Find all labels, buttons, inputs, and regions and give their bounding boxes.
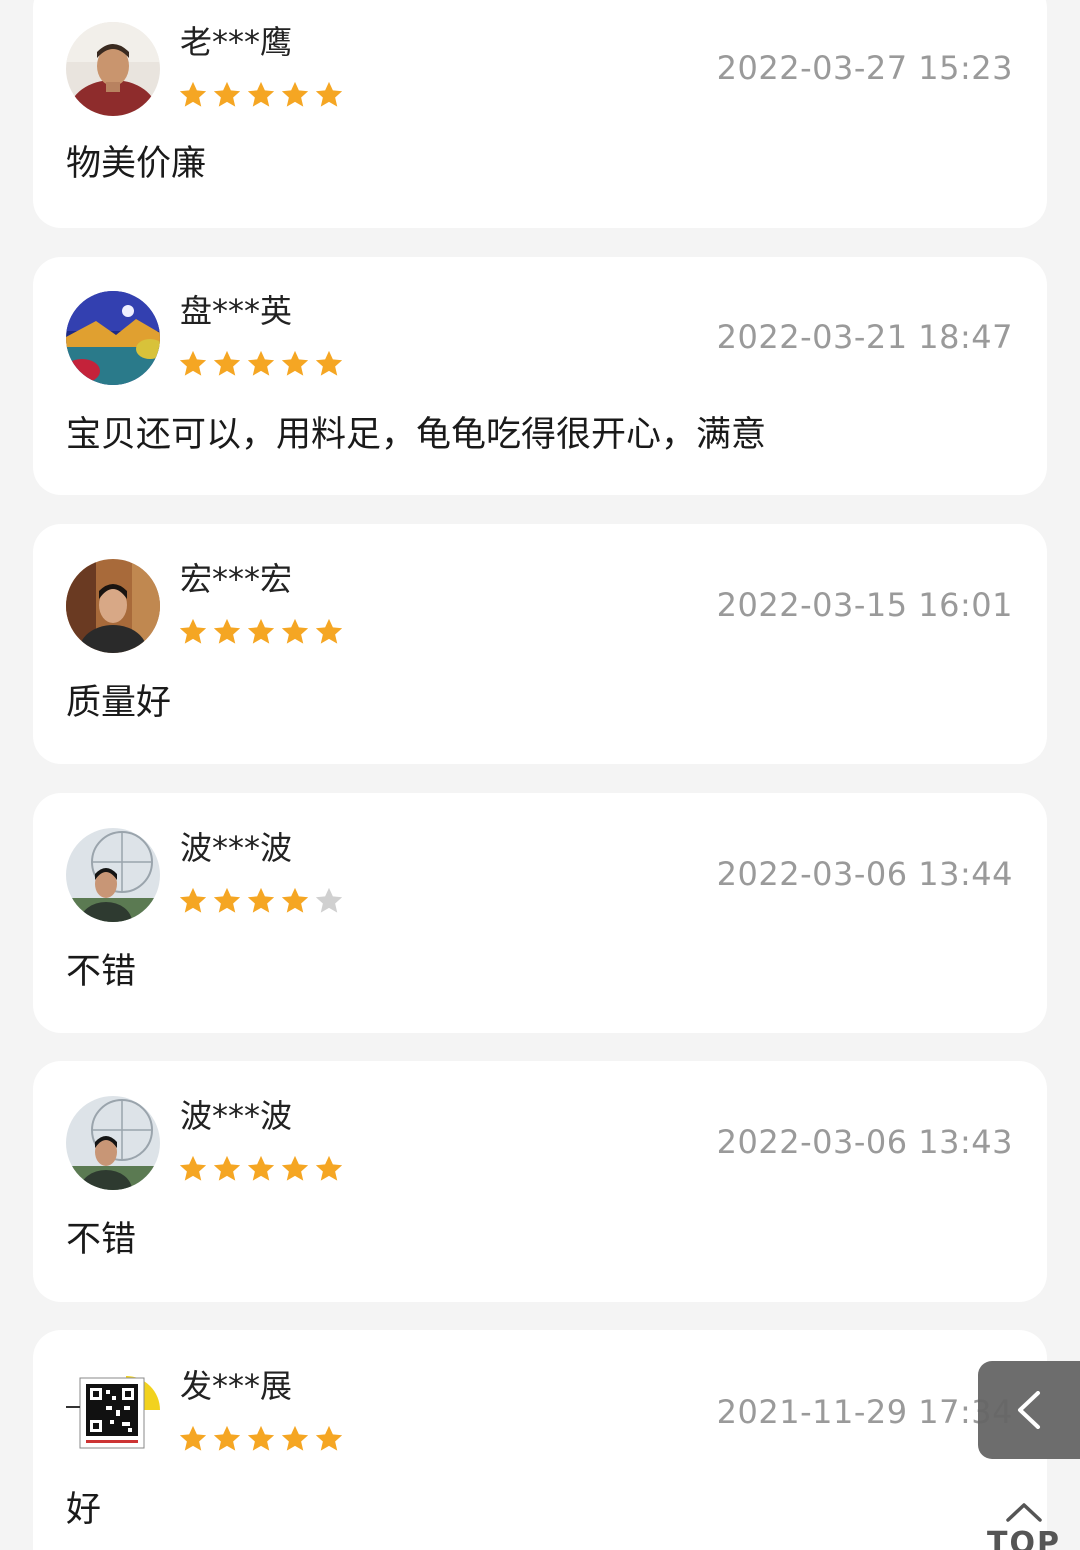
star-filled-icon bbox=[247, 81, 275, 107]
username: 波***波 bbox=[180, 1097, 293, 1135]
review-card: 发***展 2021-11-29 17:34 好 bbox=[33, 1330, 1047, 1550]
star-filled-icon bbox=[213, 1155, 241, 1181]
star-filled-icon bbox=[281, 887, 309, 913]
star-filled-icon bbox=[213, 618, 241, 644]
review-card: 老***鹰 2022-03-27 15:23 物美价廉 bbox=[33, 0, 1047, 228]
star-filled-icon bbox=[315, 1155, 343, 1181]
review-comment: 宝贝还可以，用料足，龟龟吃得很开心，满意 bbox=[66, 415, 767, 455]
user-avatar[interactable] bbox=[66, 22, 160, 116]
chevron-up-icon bbox=[1006, 1503, 1042, 1522]
username: 发***展 bbox=[180, 1367, 293, 1405]
star-filled-icon bbox=[179, 1425, 207, 1451]
star-filled-icon bbox=[247, 1155, 275, 1181]
review-list-page: 老***鹰 2022-03-27 15:23 物美价廉 盘***英 2022-0… bbox=[0, 0, 1080, 1550]
review-comment: 好 bbox=[66, 1490, 102, 1530]
username: 盘***英 bbox=[180, 292, 293, 330]
review-card: 波***波 2022-03-06 13:43 不错 bbox=[33, 1061, 1047, 1302]
star-filled-icon bbox=[315, 1425, 343, 1451]
star-rating bbox=[178, 617, 344, 647]
star-filled-icon bbox=[179, 1155, 207, 1181]
star-filled-icon bbox=[179, 887, 207, 913]
star-filled-icon bbox=[179, 350, 207, 376]
user-avatar[interactable] bbox=[66, 291, 160, 385]
star-filled-icon bbox=[247, 618, 275, 644]
star-filled-icon bbox=[213, 350, 241, 376]
star-filled-icon bbox=[281, 618, 309, 644]
review-timestamp: 2022-03-27 15:23 bbox=[716, 49, 1013, 87]
star-filled-icon bbox=[213, 81, 241, 107]
back-button[interactable] bbox=[978, 1361, 1080, 1459]
review-comment: 质量好 bbox=[66, 683, 172, 723]
user-avatar[interactable] bbox=[66, 1096, 160, 1190]
star-rating bbox=[178, 1154, 344, 1184]
star-empty-icon bbox=[315, 887, 343, 913]
star-filled-icon bbox=[247, 887, 275, 913]
back-to-top-button[interactable]: TOP bbox=[984, 1498, 1064, 1550]
review-timestamp: 2021-11-29 17:34 bbox=[716, 1393, 1013, 1431]
star-rating bbox=[178, 80, 344, 110]
review-timestamp: 2022-03-06 13:43 bbox=[716, 1123, 1013, 1161]
star-filled-icon bbox=[213, 1425, 241, 1451]
user-avatar[interactable] bbox=[66, 559, 160, 653]
star-rating bbox=[178, 349, 344, 379]
review-card: 盘***英 2022-03-21 18:47 宝贝还可以，用料足，龟龟吃得很开心… bbox=[33, 257, 1047, 495]
chevron-left-icon bbox=[1018, 1391, 1040, 1429]
user-avatar[interactable] bbox=[66, 1366, 160, 1460]
star-filled-icon bbox=[281, 1155, 309, 1181]
star-filled-icon bbox=[213, 887, 241, 913]
username: 波***波 bbox=[180, 829, 293, 867]
star-filled-icon bbox=[179, 81, 207, 107]
review-timestamp: 2022-03-21 18:47 bbox=[716, 318, 1013, 356]
star-filled-icon bbox=[179, 618, 207, 644]
star-filled-icon bbox=[315, 350, 343, 376]
star-filled-icon bbox=[315, 618, 343, 644]
review-timestamp: 2022-03-06 13:44 bbox=[716, 855, 1013, 893]
review-comment: 不错 bbox=[66, 952, 137, 992]
review-comment: 物美价廉 bbox=[66, 144, 207, 184]
review-card: 波***波 2022-03-06 13:44 不错 bbox=[33, 793, 1047, 1033]
star-filled-icon bbox=[281, 350, 309, 376]
star-rating bbox=[178, 886, 344, 916]
review-card: 宏***宏 2022-03-15 16:01 质量好 bbox=[33, 524, 1047, 764]
star-filled-icon bbox=[247, 1425, 275, 1451]
review-comment: 不错 bbox=[66, 1220, 137, 1260]
user-avatar[interactable] bbox=[66, 828, 160, 922]
username: 宏***宏 bbox=[180, 560, 293, 598]
back-to-top-label: TOP bbox=[987, 1526, 1061, 1550]
star-filled-icon bbox=[247, 350, 275, 376]
username: 老***鹰 bbox=[180, 23, 293, 61]
star-rating bbox=[178, 1424, 344, 1454]
star-filled-icon bbox=[281, 1425, 309, 1451]
star-filled-icon bbox=[315, 81, 343, 107]
star-filled-icon bbox=[281, 81, 309, 107]
review-timestamp: 2022-03-15 16:01 bbox=[716, 586, 1013, 624]
